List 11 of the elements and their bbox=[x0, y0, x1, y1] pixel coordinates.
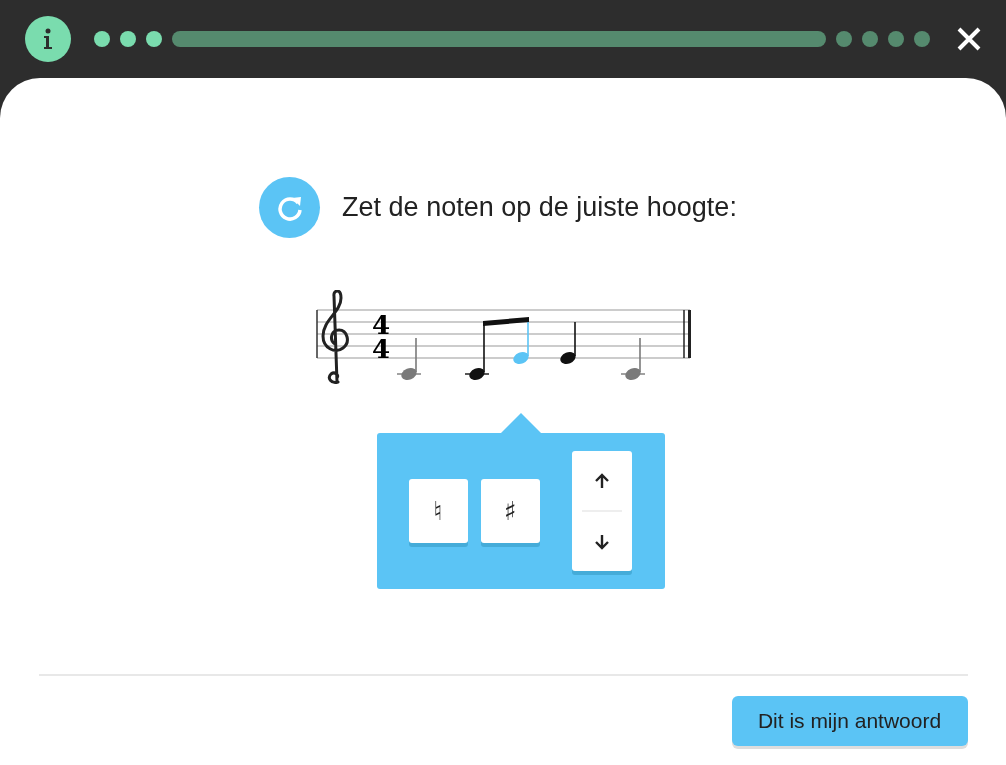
arrow-up-icon bbox=[594, 472, 609, 489]
submit-button[interactable]: Dit is mijn antwoord bbox=[731, 696, 968, 746]
question-text: Zet de noten op de juiste hoogte: bbox=[342, 191, 737, 225]
close-icon bbox=[956, 26, 982, 52]
info-icon bbox=[42, 28, 54, 50]
close-button[interactable] bbox=[956, 26, 982, 52]
arrow-down-icon bbox=[594, 533, 609, 550]
treble-clef-icon bbox=[321, 290, 349, 384]
note[interactable] bbox=[559, 321, 576, 364]
info-button[interactable] bbox=[25, 16, 71, 62]
note-beam bbox=[482, 317, 529, 326]
